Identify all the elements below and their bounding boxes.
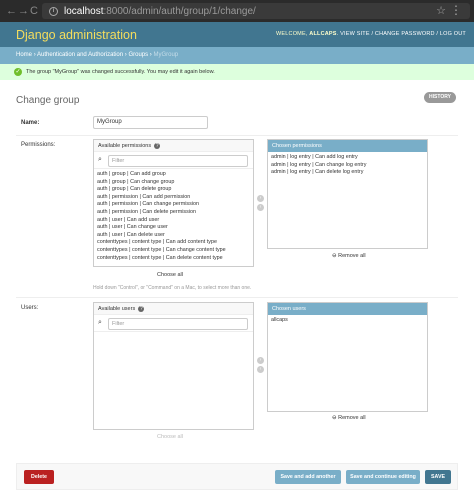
list-item[interactable]: contenttypes | content type | Can add co… bbox=[97, 239, 250, 247]
remove-all-permissions-link[interactable]: ⊖ Remove all bbox=[332, 253, 366, 259]
list-item[interactable]: admin | log entry | Can delete log entry bbox=[271, 169, 424, 177]
list-item[interactable]: auth | group | Can delete group bbox=[97, 186, 250, 194]
available-permissions-header: Available permissions? bbox=[94, 140, 253, 152]
username: ALLCAPS bbox=[309, 31, 337, 37]
chosen-users-box: Chosen users allcaps bbox=[267, 302, 428, 412]
chosen-permissions-box: Chosen permissions admin | log entry | C… bbox=[267, 139, 428, 249]
list-item[interactable]: auth | group | Can change group bbox=[97, 179, 250, 187]
breadcrumb-app[interactable]: Authentication and Authorization bbox=[37, 52, 123, 58]
user-tool-links[interactable]: . VIEW SITE / CHANGE PASSWORD / LOG OUT bbox=[337, 31, 466, 37]
permissions-filter: ⌕ Filter bbox=[94, 152, 253, 169]
add-arrow-icon[interactable]: › bbox=[257, 195, 264, 202]
list-item[interactable]: auth | permission | Can change permissio… bbox=[97, 201, 250, 209]
welcome-text: WELCOME, bbox=[276, 31, 308, 37]
remove-all-users-label: Remove all bbox=[338, 415, 366, 421]
list-item[interactable]: contenttypes | content type | Can delete… bbox=[97, 255, 250, 263]
list-item[interactable]: auth | permission | Can delete permissio… bbox=[97, 209, 250, 217]
available-users-list[interactable] bbox=[94, 332, 253, 336]
reload-icon[interactable]: C bbox=[30, 5, 38, 17]
list-item[interactable]: auth | group | Can add group bbox=[97, 171, 250, 179]
help-icon[interactable]: ? bbox=[154, 143, 161, 149]
save-and-add-another-button[interactable]: Save and add another bbox=[275, 470, 341, 484]
success-message: ✓ The group "MyGroup" was changed succes… bbox=[0, 64, 474, 80]
remove-all-permissions-label: Remove all bbox=[338, 253, 366, 259]
users-filter: ⌕ Filter bbox=[94, 315, 253, 332]
divider bbox=[16, 297, 458, 298]
list-item[interactable]: allcaps bbox=[271, 317, 424, 325]
site-header: Django administration WELCOME, ALLCAPS. … bbox=[0, 22, 474, 47]
available-users-title: Available users bbox=[98, 306, 136, 312]
divider bbox=[16, 135, 458, 136]
chosen-permissions-list[interactable]: admin | log entry | Can add log entry ad… bbox=[268, 152, 427, 179]
help-icon[interactable]: ? bbox=[138, 306, 145, 312]
browser-menu-icon[interactable]: ⋮ bbox=[450, 3, 462, 17]
chosen-users-list[interactable]: allcaps bbox=[268, 315, 427, 327]
remove-arrow-icon[interactable]: ‹ bbox=[257, 204, 264, 211]
submit-row: Delete Save and add another Save and con… bbox=[16, 463, 458, 490]
available-users-box: Available users? ⌕ Filter bbox=[93, 302, 254, 430]
breadcrumb-separator: › bbox=[124, 52, 127, 58]
permissions-filter-input[interactable]: Filter bbox=[108, 155, 248, 167]
search-icon: ⌕ bbox=[98, 156, 102, 163]
chosen-permissions-title: Chosen permissions bbox=[268, 140, 427, 152]
list-item[interactable]: auth | user | Can change user bbox=[97, 224, 250, 232]
url-path: :8000/admin/auth/group/1/change/ bbox=[103, 5, 256, 17]
breadcrumb: Home › Authentication and Authorization … bbox=[0, 47, 474, 64]
checkmark-icon: ✓ bbox=[14, 68, 22, 76]
list-item[interactable]: contenttypes | content type | Can change… bbox=[97, 247, 250, 255]
list-item[interactable]: admin | log entry | Can add log entry bbox=[271, 154, 424, 162]
save-and-continue-button[interactable]: Save and continue editing bbox=[346, 470, 420, 484]
list-item[interactable]: auth | permission | Can add permission bbox=[97, 194, 250, 202]
breadcrumb-separator: › bbox=[149, 52, 152, 58]
add-arrow-icon[interactable]: › bbox=[257, 357, 264, 364]
forward-icon[interactable]: → bbox=[18, 5, 29, 17]
available-permissions-list[interactable]: auth | group | Can add group auth | grou… bbox=[94, 169, 253, 264]
info-icon[interactable]: i bbox=[49, 6, 58, 16]
choose-all-users-link[interactable]: Choose all bbox=[157, 434, 183, 440]
browser-toolbar: ← → C i localhost:8000/admin/auth/group/… bbox=[0, 0, 474, 22]
page-title: Change group bbox=[16, 95, 80, 106]
delete-button[interactable]: Delete bbox=[24, 470, 54, 484]
breadcrumb-current: MyGroup bbox=[153, 52, 179, 58]
available-permissions-title: Available permissions bbox=[98, 143, 152, 149]
remove-all-users-link[interactable]: ⊖ Remove all bbox=[332, 415, 366, 421]
remove-arrow-icon[interactable]: ‹ bbox=[257, 366, 264, 373]
address-bar[interactable]: i localhost:8000/admin/auth/group/1/chan… bbox=[42, 3, 470, 19]
chosen-users-title: Chosen users bbox=[268, 303, 427, 315]
list-item[interactable]: auth | user | Can delete user bbox=[97, 232, 250, 240]
available-users-header: Available users? bbox=[94, 303, 253, 315]
url-host: localhost bbox=[64, 5, 104, 17]
back-icon[interactable]: ← bbox=[6, 5, 17, 17]
user-tools: WELCOME, ALLCAPS. VIEW SITE / CHANGE PAS… bbox=[276, 31, 466, 37]
choose-all-permissions-link[interactable]: Choose all bbox=[157, 272, 183, 278]
users-filter-input[interactable]: Filter bbox=[108, 318, 248, 330]
permissions-label: Permissions: bbox=[21, 142, 56, 148]
name-input[interactable]: MyGroup bbox=[93, 116, 208, 129]
search-icon: ⌕ bbox=[98, 319, 102, 326]
save-button[interactable]: SAVE bbox=[425, 470, 451, 484]
history-button[interactable]: HISTORY bbox=[424, 92, 456, 103]
help-text: Hold down "Control", or "Command" on a M… bbox=[93, 285, 252, 291]
bookmark-star-icon[interactable]: ☆ bbox=[436, 4, 446, 17]
list-item[interactable]: auth | user | Can add user bbox=[97, 217, 250, 225]
available-permissions-box: Available permissions? ⌕ Filter auth | g… bbox=[93, 139, 254, 267]
site-brand[interactable]: Django administration bbox=[16, 28, 137, 42]
list-item[interactable]: admin | log entry | Can change log entry bbox=[271, 162, 424, 170]
name-label: Name: bbox=[21, 120, 40, 126]
success-message-text: The group "MyGroup" was changed successf… bbox=[26, 69, 215, 75]
breadcrumb-model[interactable]: Groups bbox=[128, 52, 148, 58]
breadcrumb-separator: › bbox=[33, 52, 36, 58]
users-label: Users: bbox=[21, 305, 39, 311]
breadcrumb-home[interactable]: Home bbox=[16, 52, 32, 58]
